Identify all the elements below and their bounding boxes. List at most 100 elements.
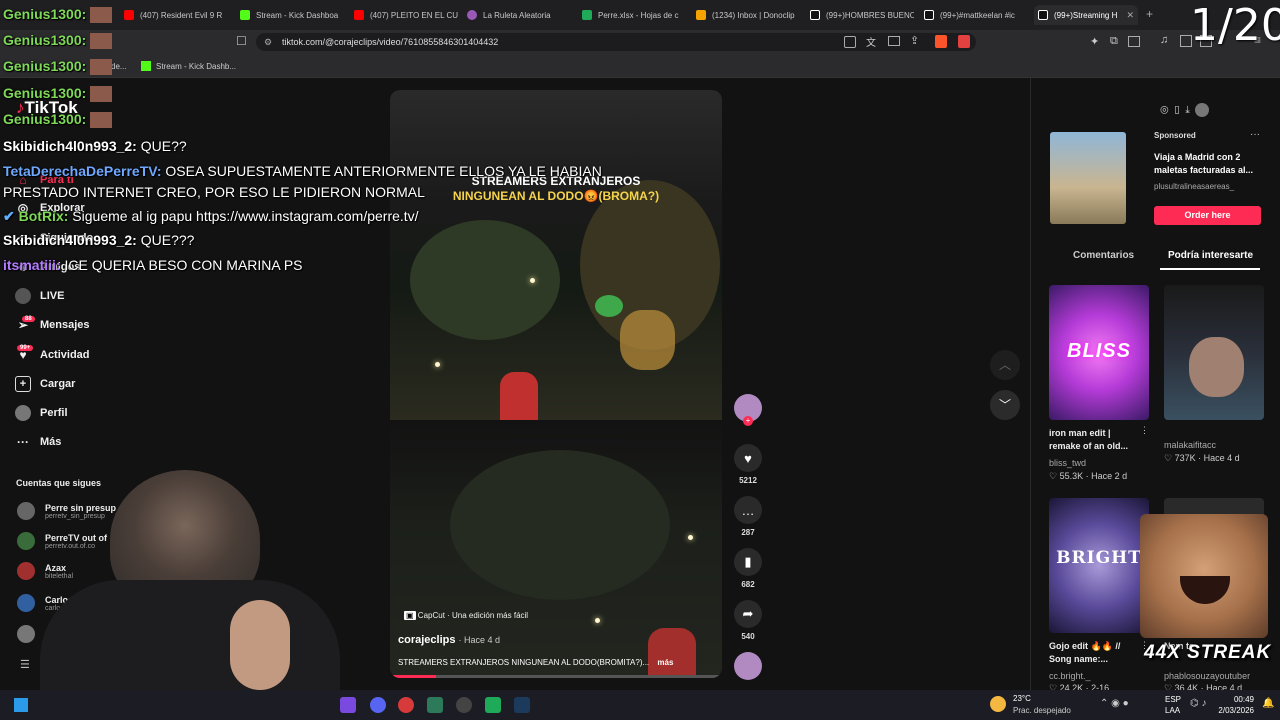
more-vertical-icon[interactable]: ⋮	[1140, 425, 1149, 436]
meme-face-overlay	[1140, 514, 1268, 638]
live-icon	[15, 288, 31, 304]
bookmark-item[interactable]: Stream - Kick Dashb...	[141, 57, 236, 75]
collapse-icon[interactable]: ☰	[20, 658, 30, 671]
like-button[interactable]: ♥ 5212	[732, 444, 764, 485]
active-tab-underline	[1160, 268, 1260, 270]
steam-icon[interactable]	[514, 697, 530, 713]
nav-more[interactable]: ··· Más	[15, 432, 61, 452]
download-icon[interactable]: ⤓	[1185, 105, 1189, 116]
emote-icon	[90, 59, 113, 76]
comment-icon: …	[734, 496, 762, 524]
browser-tab[interactable]: (99+)#mattkeelan #ic	[920, 5, 1028, 25]
new-tab-icon[interactable]: +	[1146, 7, 1153, 21]
opera-icon[interactable]	[398, 697, 414, 713]
nav-profile[interactable]: Perfil	[15, 403, 68, 423]
related-title[interactable]: Gojo edit 🔥🔥 // Song name:...	[1049, 640, 1139, 666]
more-link[interactable]: más	[657, 658, 673, 667]
language-layout: LAA	[1165, 706, 1181, 715]
rewards-icon[interactable]	[958, 35, 970, 48]
language-code[interactable]: ESP	[1165, 695, 1181, 704]
tab-related[interactable]: Podría interesarte	[1168, 250, 1253, 261]
browser-tab[interactable]: Perre.xlsx - Hojas de c	[578, 5, 686, 25]
screen-icon[interactable]	[888, 36, 900, 46]
ad-advertiser: plusultralineasaereas_	[1154, 182, 1235, 191]
next-video-button[interactable]: ﹀	[990, 390, 1020, 420]
nav-upload[interactable]: + Cargar	[15, 374, 75, 394]
browser-tab[interactable]: (1234) Inbox | Donoclip	[692, 5, 800, 25]
creator-avatar[interactable]: +	[732, 394, 764, 426]
obs-icon[interactable]	[456, 697, 472, 713]
related-author[interactable]: bliss_twd	[1049, 458, 1086, 468]
media-icon[interactable]	[844, 36, 856, 48]
clock-time[interactable]: 00:49	[1224, 695, 1254, 704]
related-video-thumb[interactable]	[1164, 285, 1264, 420]
ad-thumbnail[interactable]	[1050, 132, 1126, 224]
green-hat	[595, 295, 623, 317]
tiktok-icon	[810, 10, 820, 20]
related-author[interactable]: cc.bright._	[1049, 671, 1091, 681]
device-icon[interactable]: ▯	[1174, 105, 1180, 116]
weather-icon[interactable]	[990, 696, 1006, 712]
browser-tab[interactable]: (407) PLEITO EN EL CU	[350, 5, 458, 25]
comment-button[interactable]: … 287	[732, 496, 764, 537]
tab-comments[interactable]: Comentarios	[1073, 250, 1134, 261]
related-author[interactable]: phablosouzayoutuber	[1164, 671, 1250, 681]
video-author-row[interactable]: corajeclips · Hace 4 d	[398, 634, 500, 646]
windows-taskbar: 23°C Prac. despejado ⌃ ◉ ● ESP LAA ⌬ ♪ 0…	[0, 690, 1280, 720]
puzzle-icon[interactable]: ⧉	[1110, 35, 1118, 48]
browser-tab[interactable]: (99+)HOMBRES BUENO	[806, 5, 914, 25]
chevron-down-icon: ﹀	[998, 398, 1011, 412]
avatar[interactable]	[1195, 103, 1210, 117]
nav-live[interactable]: LIVE	[15, 286, 64, 306]
follow-plus-icon[interactable]: +	[743, 416, 753, 426]
kick-icon	[240, 10, 250, 20]
notification-icon[interactable]: 🔔	[1262, 698, 1274, 709]
progress-track[interactable]	[390, 675, 722, 678]
site-info-icon[interactable]: ⚙	[264, 33, 272, 51]
network-icon[interactable]: ⌬ ♪	[1190, 698, 1207, 709]
related-title[interactable]: iron man edit | remake of an old...	[1049, 427, 1137, 453]
chat-line: Skibidich4l0n993_2: QUE??	[3, 138, 187, 154]
street-light	[688, 535, 693, 540]
browser-tab-active[interactable]: (99+)Streaming H ✕	[1034, 5, 1138, 25]
discord-icon[interactable]	[370, 697, 386, 713]
order-here-button[interactable]: Order here	[1154, 206, 1261, 225]
save-button[interactable]: ▮ 682	[732, 548, 764, 589]
red-jacket-person	[500, 372, 538, 420]
compass-icon[interactable]: ◎	[1160, 105, 1169, 116]
ad-title[interactable]: Viaja a Madrid con 2 maletas facturadas …	[1154, 151, 1260, 177]
streamer-shirt	[40, 580, 340, 690]
emote-icon	[90, 112, 113, 129]
browser-tab[interactable]: La Ruleta Aleatoria	[463, 5, 571, 25]
tray-icons[interactable]: ⌃ ◉ ●	[1100, 698, 1129, 709]
music-icon[interactable]: ♫	[1160, 34, 1168, 46]
wallet-icon[interactable]	[1128, 36, 1140, 47]
related-video-thumb[interactable]: BLISS	[1049, 285, 1149, 420]
extension-icon[interactable]: ✦	[1090, 35, 1099, 48]
video-top-frame	[390, 90, 722, 420]
related-stats: ♡ 737K · Hace 4 d	[1164, 453, 1240, 463]
close-tab-icon[interactable]: ✕	[1126, 10, 1134, 21]
translate-icon[interactable]: 文	[866, 34, 876, 49]
app-icon[interactable]	[340, 697, 356, 713]
app-icon[interactable]	[427, 697, 443, 713]
browser-tab[interactable]: Stream - Kick Dashboa	[236, 5, 344, 25]
more-icon: ···	[17, 435, 29, 449]
capcut-label[interactable]: ▣ CapCut · Una edición más fácil	[404, 611, 528, 620]
windows-start-icon[interactable]	[14, 698, 28, 712]
brave-shield-icon[interactable]	[935, 35, 947, 48]
play-icon[interactable]	[485, 697, 501, 713]
ad-more-icon[interactable]: ···	[1250, 129, 1260, 140]
previous-video-button[interactable]: ︿	[990, 350, 1020, 380]
related-author[interactable]: malakaifitacc	[1164, 440, 1216, 450]
progress-fill	[390, 675, 437, 678]
related-video-thumb[interactable]: BRIGHT	[1049, 498, 1149, 633]
street-light	[530, 278, 535, 283]
video-title-line2: NINGUNEAN AL DODO😡(BROMA?)	[452, 189, 660, 203]
sound-disc[interactable]	[732, 652, 764, 680]
street-light	[435, 362, 440, 367]
share-button[interactable]: ➦ 540	[732, 600, 764, 641]
bookmark-icon[interactable]: ☐	[236, 34, 247, 48]
browser-tab[interactable]: (407) Resident Evil 9 R	[120, 5, 228, 25]
share-icon[interactable]: ⇪	[910, 34, 919, 47]
